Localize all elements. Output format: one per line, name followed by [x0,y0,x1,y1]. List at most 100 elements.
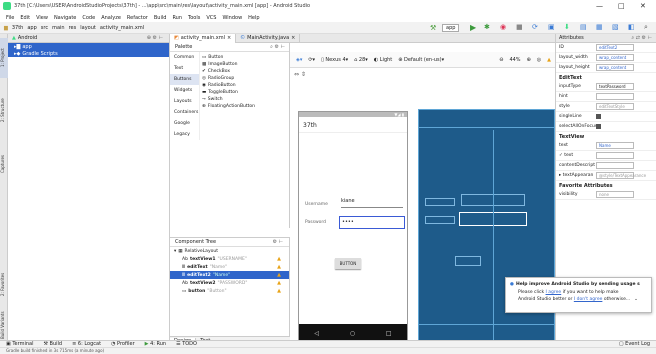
attr-text-input[interactable]: Name [596,142,634,149]
attr-visibility-select[interactable]: none [596,191,634,198]
attr-layout-height-select[interactable]: wrap_content [596,64,634,71]
search-icon[interactable]: ⌕ [644,23,648,32]
i-agree-link[interactable]: I agree [546,290,562,295]
menu-edit[interactable]: Edit [20,15,30,21]
tab-logcat[interactable]: ≡ 6: Logcat [72,341,101,347]
locale-select[interactable]: ⊕ Default (en-us)▾ [398,57,444,63]
breadcrumb-main[interactable]: main [52,25,65,31]
palette-category-legacy[interactable]: Legacy [170,129,199,140]
theme-select[interactable]: ◐ Light [374,57,392,63]
tree-node-textview2[interactable]: Ab textView2 "PASSWORD" ▲ [170,279,289,287]
tree-node-textview1[interactable]: Ab textView1 "USERNAME" ▲ [170,255,289,263]
attr-style-select[interactable]: editTextStyle [596,103,634,110]
password-edittext[interactable]: •••• [339,216,405,229]
project-panel-gear-icon[interactable]: ⊕ ⚙ ⊢ [147,35,163,41]
menu-file[interactable]: File [6,15,14,21]
palette-category-common[interactable]: Common [170,52,199,63]
warning-icon[interactable]: ▲ [277,280,281,286]
menu-help[interactable]: Help [248,15,259,21]
constraint-tools-icon[interactable]: ⇔ ⇕ [294,71,306,78]
attr-id-input[interactable]: editText2 [596,44,634,51]
palette-item-fab[interactable]: ⊕ FloatingActionButton [200,103,255,110]
design-surface-icon[interactable]: ◈▾ [296,57,302,63]
attr-select-all-checkbox[interactable] [596,124,601,129]
palette-category-google[interactable]: Google [170,118,199,129]
breadcrumb-file[interactable]: activity_main.xml [100,25,144,31]
maximize-button[interactable]: □ [618,2,625,10]
sync-icon[interactable]: ⟳ [532,23,538,31]
palette-search-icon[interactable]: ⌕ ⚙ ⊢ [270,44,285,50]
api-select[interactable]: ⌂ 28▾ [354,57,368,63]
back-icon[interactable]: ◁ [314,330,319,337]
menu-build[interactable]: Build [154,15,167,21]
tab-event-log[interactable]: ▢ Event Log [619,341,650,347]
attr-layout-width-select[interactable]: wrap_content [596,54,634,61]
close-tab-icon[interactable]: × [227,35,231,41]
blueprint-textview1[interactable] [425,198,455,206]
palette-item-imagebutton[interactable]: ▩ ImageButton [200,61,255,68]
palette-category-buttons[interactable]: Buttons [170,74,199,85]
tree-item-gradle-scripts[interactable]: ▸◆ Gradle Scripts [8,50,169,57]
hammer-icon[interactable]: ⚒ [430,24,436,32]
tab-terminal[interactable]: ▣ Terminal [6,341,33,347]
palette-item-checkbox[interactable]: ✔ CheckBox [200,68,255,75]
blueprint-textview2[interactable] [425,216,455,224]
palette-item-radiogroup[interactable]: ◎ RadioGroup [200,75,255,82]
project-structure-icon[interactable]: ▦ [596,23,603,31]
palette-category-layouts[interactable]: Layouts [170,96,199,107]
attr-text-appearance-select[interactable]: @style/TextAppearance [596,172,646,179]
assistant-icon[interactable]: ◧ [628,23,635,31]
menu-run[interactable]: Run [172,15,182,21]
palette-item-switch[interactable]: ⊸ Switch [200,96,255,103]
warning-icon[interactable]: ▲ [277,272,281,278]
device-select[interactable]: ▯ Nexus 4▾ [321,57,348,63]
sdk-manager-icon[interactable]: ⬇ [564,23,570,31]
breadcrumb-src[interactable]: src [41,25,48,31]
menu-vcs[interactable]: VCS [206,15,216,21]
palette-category-text[interactable]: Text [170,63,199,74]
recents-icon[interactable]: □ [386,330,392,337]
menu-code[interactable]: Code [82,15,95,21]
menu-tools[interactable]: Tools [188,15,200,21]
project-view-select[interactable]: Android [18,35,37,41]
tab-structure[interactable]: 2: Structure [0,90,8,130]
tab-favorites[interactable]: 2: Favorites [0,264,8,304]
tab-main-activity-java[interactable]: © MainActivity.java × [236,33,301,43]
attr-hint-input[interactable] [596,93,634,100]
layout-inspector-icon[interactable]: ▤ [580,23,587,31]
breadcrumb-res[interactable]: res [69,25,77,31]
tree-node-edittext[interactable]: ⅢeditText "Name" ▲ [170,263,289,271]
zoom-out-icon[interactable]: ⊖ [499,57,503,63]
minimize-button[interactable]: — [596,2,603,10]
avd-manager-icon[interactable]: ▣ [548,23,555,31]
menu-refactor[interactable]: Refactor [127,15,148,21]
debug-icon[interactable]: ✱ [484,23,490,31]
menu-view[interactable]: View [36,15,48,21]
device-file-icon[interactable]: ▧ [612,23,619,31]
palette-category-containers[interactable]: Containers [170,107,199,118]
expand-notification-icon[interactable]: ⌄ [634,297,638,302]
palette-category-widgets[interactable]: Widgets [170,85,199,96]
menu-window[interactable]: Window [222,15,242,21]
attr-input-type-select[interactable]: textPassword [596,83,634,90]
stop-icon[interactable]: ■ [516,23,523,31]
tree-node-edittext2[interactable]: ⅢeditText2 "Name" ▲ [170,271,289,279]
breadcrumb-project[interactable]: 37th [12,25,24,31]
close-tab-icon[interactable]: × [291,35,295,41]
menu-navigate[interactable]: Navigate [54,15,76,21]
zoom-in-icon[interactable]: ⊕ [527,57,531,63]
warning-icon[interactable]: ▲ [277,264,281,270]
attr-content-description-input[interactable] [596,162,634,169]
attributes-search-icon[interactable]: ⌕ ⇄ ⚙ ⊢ [631,35,652,41]
tab-run[interactable]: ▶ 4: Run [145,341,166,347]
tab-build-variants[interactable]: Build Variants [0,310,8,340]
username-edittext[interactable]: kiane [341,198,403,208]
orientation-icon[interactable]: ⟳▾ [308,57,315,63]
palette-item-button[interactable]: ▭ Button [200,54,255,61]
warning-icon[interactable]: ▲ [277,256,281,262]
tab-activity-main-xml[interactable]: ◩ activity_main.xml × [170,33,237,43]
menu-analyze[interactable]: Analyze [101,15,121,21]
zoom-fit-icon[interactable]: ◎ [537,57,541,63]
close-button[interactable]: ✕ [640,2,646,10]
tab-build[interactable]: ⚒ Build [43,341,62,347]
